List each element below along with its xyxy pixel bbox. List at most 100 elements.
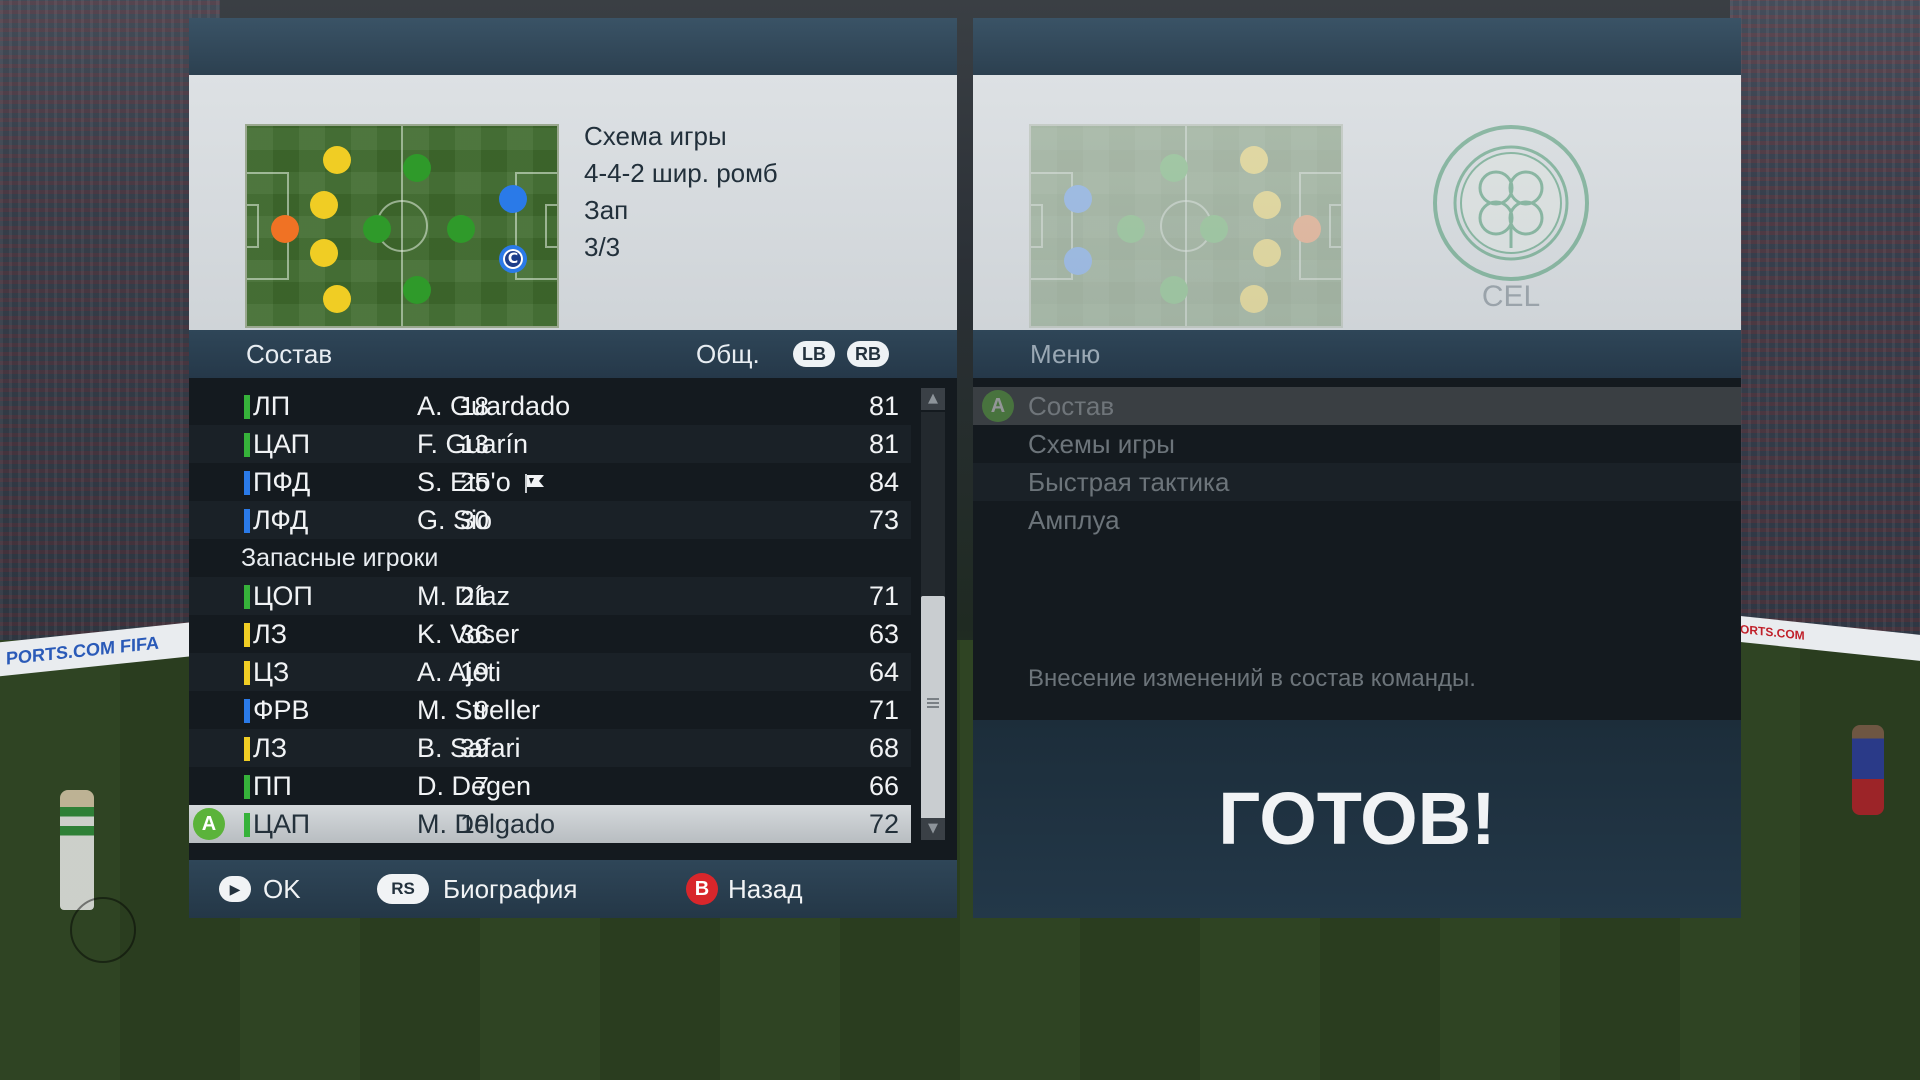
pitch-goal-left [1031, 204, 1043, 248]
player-name: A. Guardado [417, 391, 571, 421]
scroll-up-arrow-icon[interactable]: ▲ [921, 388, 945, 410]
player-position: ФРВ [253, 695, 310, 725]
position-color-bar [244, 433, 250, 457]
panel-topbar [189, 18, 957, 75]
player-dot-mid [447, 215, 475, 243]
pitch-goal-left [247, 204, 259, 248]
player-row[interactable]: ЛП 18 A. Guardado 81 [189, 387, 911, 425]
sub-row[interactable]: ФРВ 9 M. Streller 71 [189, 691, 911, 729]
formation-info: Схема игры 4-4-2 шир. ромб Зап 3/3 [584, 118, 778, 266]
player-name: D. Degen [417, 771, 532, 801]
position-color-bar [244, 509, 250, 533]
player-overall: 81 [868, 429, 899, 459]
position-color-bar [244, 395, 250, 419]
player-overall: 66 [868, 771, 899, 801]
position-color-bar [244, 737, 250, 761]
panel-topbar [973, 18, 1741, 75]
subs-section-header: Запасные игроки [189, 539, 911, 577]
menu-item-label: Амплуа [1028, 505, 1120, 535]
stadium-stand-right [1730, 0, 1920, 640]
position-color-bar [244, 623, 250, 647]
sub-row[interactable]: ЦЗ 19 A. Ajeti 64 [189, 653, 911, 691]
player-dot-fwd [1064, 247, 1092, 275]
player-dot-fwd [1064, 185, 1092, 213]
menu-item-roles[interactable]: Амплуа [973, 501, 1741, 539]
player-dot-mid [363, 215, 391, 243]
ready-label: ГОТОВ! [1218, 777, 1496, 860]
rs-button-icon: RS [377, 874, 429, 904]
menu-item-label: Состав [1028, 391, 1115, 421]
menu-item-label: Схемы игры [1028, 429, 1175, 459]
player-position: ЛФД [253, 505, 309, 535]
background-player-celtic [60, 790, 94, 910]
menu-item-quick-tactics[interactable]: Быстрая тактика [973, 463, 1741, 501]
player-position: ПФД [253, 467, 311, 497]
ok-hint[interactable]: ▶ OK [219, 860, 301, 918]
player-row[interactable]: ПФД 25 S. Eto'o 84 [189, 463, 911, 501]
player-dot-mid [1200, 215, 1228, 243]
biography-label: Биография [443, 874, 578, 904]
formation-mode: Зап [584, 195, 629, 225]
player-dot-def [1253, 191, 1281, 219]
player-dot-def [1253, 239, 1281, 267]
player-position: ЛЗ [253, 733, 288, 763]
player-name: A. Ajeti [417, 657, 502, 687]
player-position: ЦАП [253, 429, 311, 459]
sub-row[interactable]: ЛЗ 36 K. Voser 63 [189, 615, 911, 653]
sub-row[interactable]: ПП 7 D. Degen 66 [189, 767, 911, 805]
captain-flag-icon [524, 474, 544, 493]
menu-description: Внесение изменений в состав команды. [1028, 665, 1476, 692]
button-hints-footer: ▶ OK RS Биография B Назад [189, 860, 957, 918]
position-color-bar [244, 585, 250, 609]
player-row[interactable]: ЛФД 30 G. Sio 73 [189, 501, 911, 539]
menu-item-label: Быстрая тактика [1028, 467, 1230, 497]
menu-title: Меню [1030, 339, 1101, 369]
position-color-bar [244, 813, 250, 837]
roster-header: Состав Общ. LB RB [189, 330, 957, 378]
scroll-down-arrow-icon[interactable]: ▼ [921, 818, 945, 840]
opponent-panel: CEL Меню A Состав Схемы игры Быстрая так… [973, 18, 1741, 918]
menu-item-formations[interactable]: Схемы игры [973, 425, 1741, 463]
player-name: B. Safari [417, 733, 521, 763]
menu-item-squad[interactable]: A Состав [973, 387, 1741, 425]
formation-pitch[interactable]: C [245, 124, 559, 328]
player-dot-mid [403, 154, 431, 182]
ready-status-box: ГОТОВ! [973, 720, 1741, 918]
player-dot-mid [1160, 276, 1188, 304]
background-ring [70, 897, 136, 963]
scroll-track[interactable] [921, 412, 945, 820]
roster-scrollbar[interactable]: ▲ ▼ [921, 388, 945, 840]
background-player-opponent [1852, 725, 1884, 815]
player-position: ЦЗ [253, 657, 290, 687]
menu-header: Меню [973, 330, 1741, 378]
player-overall: 63 [868, 619, 899, 649]
b-button-icon: B [686, 873, 718, 905]
player-dot-gk [1293, 215, 1321, 243]
rb-button[interactable]: RB [847, 341, 889, 367]
player-overall: 72 [868, 809, 899, 839]
sub-row-selected[interactable]: A ЦАП 10 M. Delgado 72 [189, 805, 911, 843]
formation-title: Схема игры [584, 121, 727, 151]
scroll-grip-icon [927, 698, 939, 708]
player-dot-def [1240, 285, 1268, 313]
sub-row[interactable]: ЛЗ 39 B. Safari 68 [189, 729, 911, 767]
biography-hint[interactable]: RS Биография [377, 860, 577, 918]
lb-button[interactable]: LB [793, 341, 835, 367]
player-overall: 84 [868, 467, 899, 497]
player-dot-def [310, 191, 338, 219]
player-position: ПП [253, 771, 292, 801]
player-dot-def [323, 285, 351, 313]
player-overall: 81 [868, 391, 899, 421]
player-overall: 73 [868, 505, 899, 535]
sub-row[interactable]: ЦОП 21 M. Díaz 71 [189, 577, 911, 615]
scroll-thumb[interactable] [921, 596, 945, 820]
player-row[interactable]: ЦАП 13 F. Guarín 81 [189, 425, 911, 463]
overall-column-label: Общ. [696, 339, 760, 369]
player-position: ЛЗ [253, 619, 288, 649]
roster-title: Состав [246, 339, 333, 369]
back-hint[interactable]: B Назад [686, 860, 803, 918]
pitch-goal-right [1329, 204, 1341, 248]
captain-badge: C [503, 249, 523, 269]
player-name: M. Streller [417, 695, 541, 725]
a-button-icon: A [193, 808, 225, 840]
